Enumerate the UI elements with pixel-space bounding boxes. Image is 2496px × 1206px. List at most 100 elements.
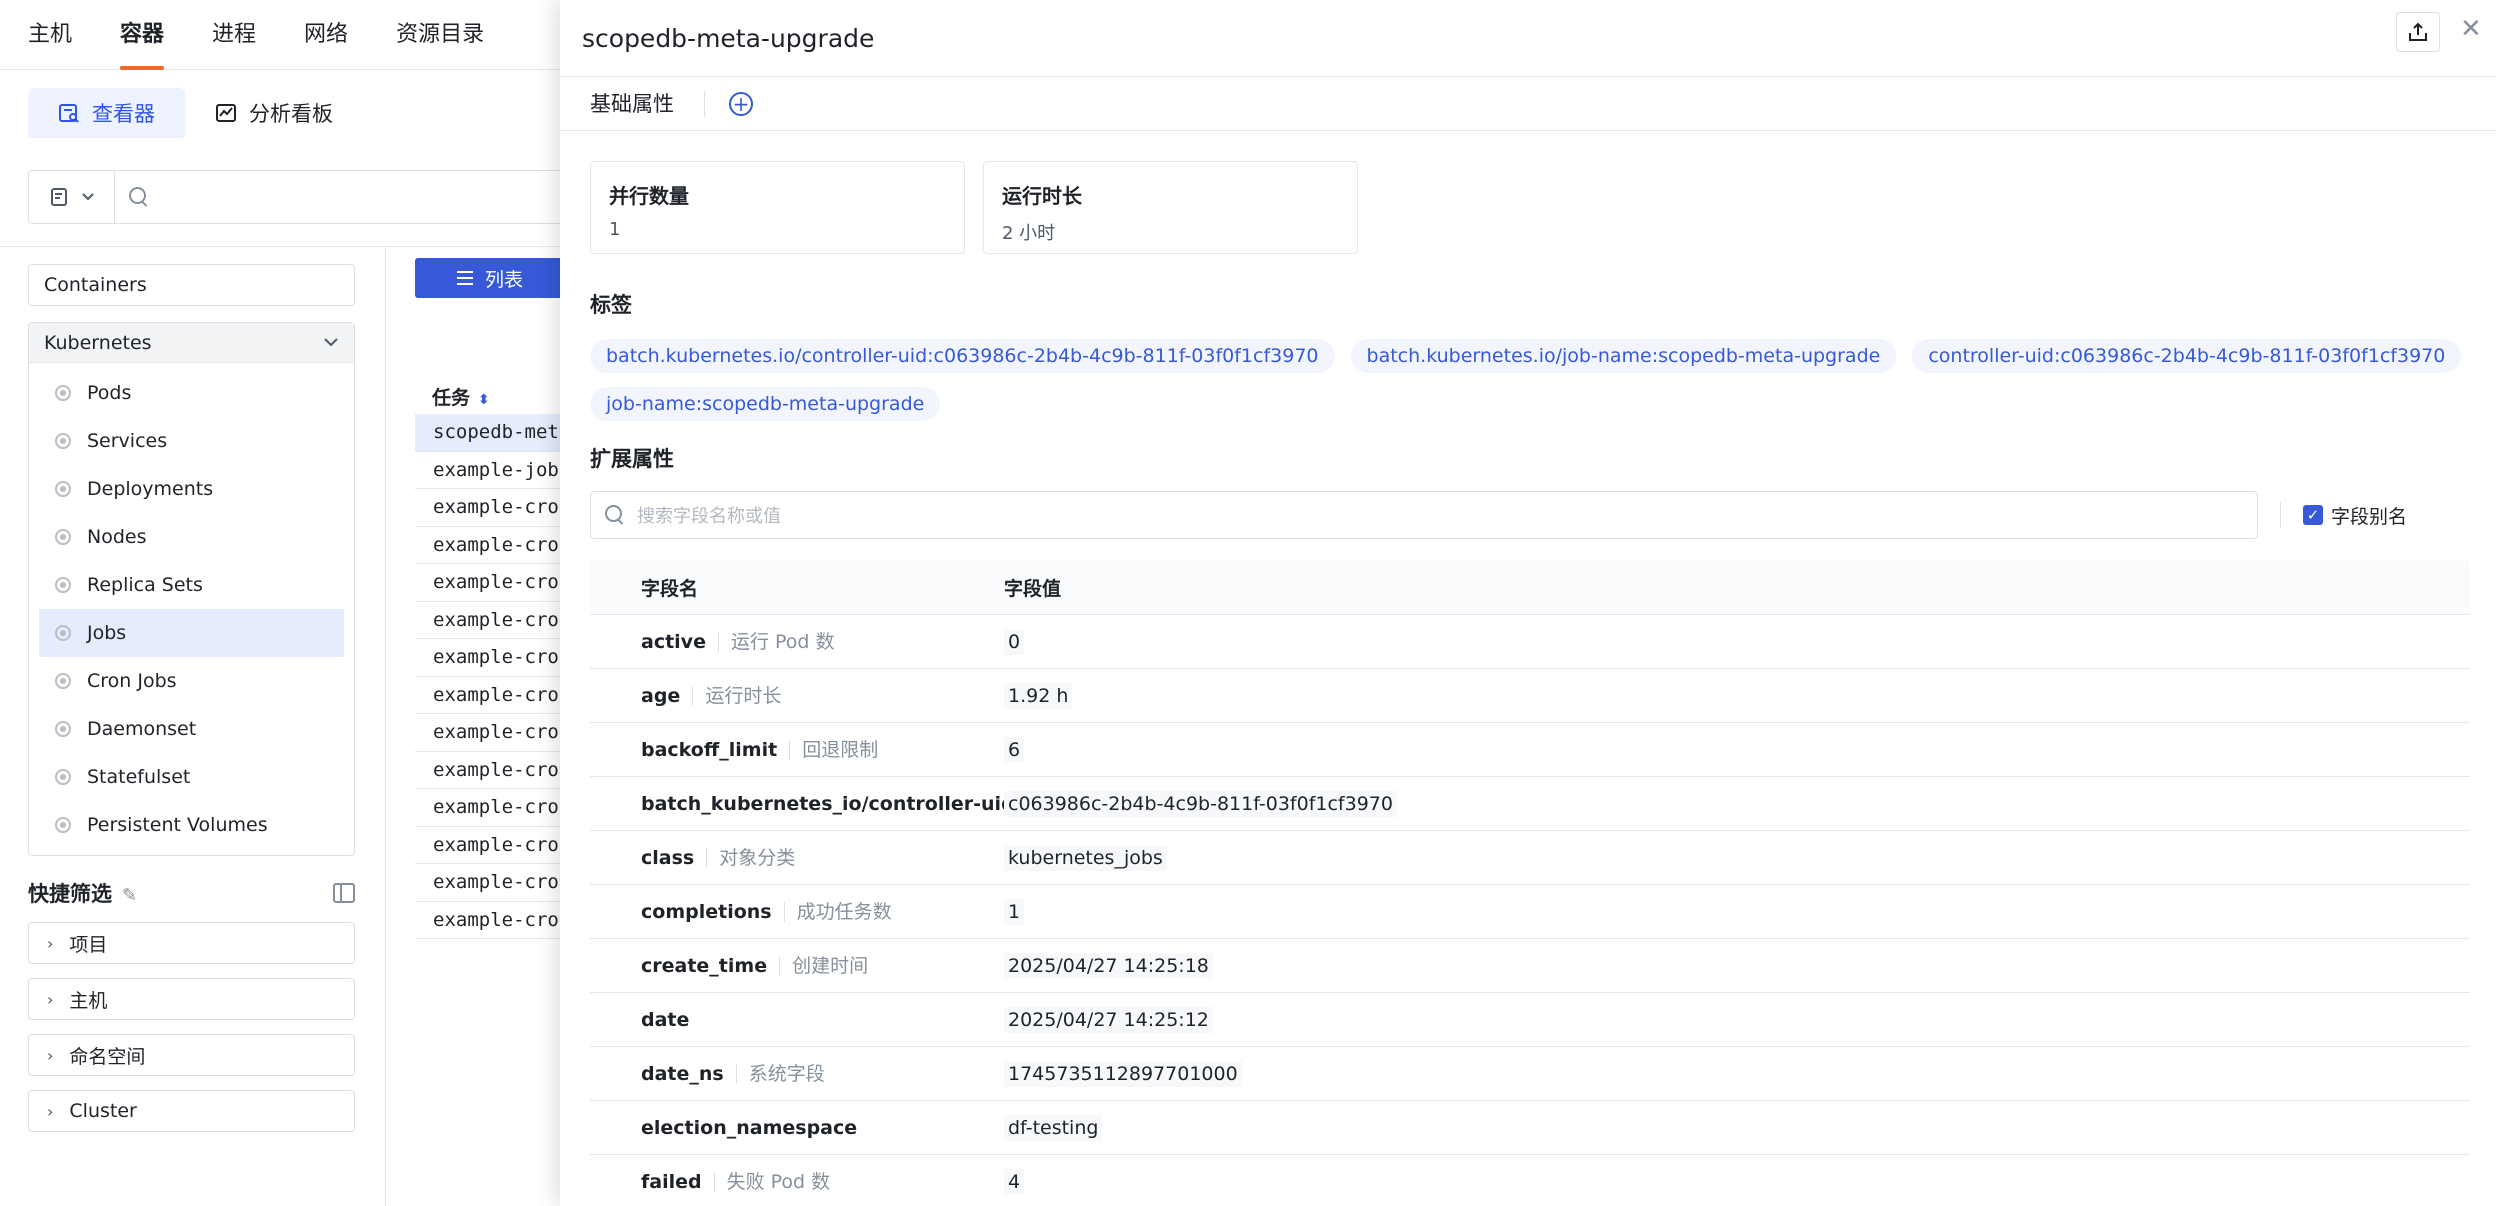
nav-process[interactable]: 进程 <box>212 0 256 70</box>
sidebar-item-cron-jobs[interactable]: Cron Jobs <box>39 657 344 705</box>
field-value: 2025/04/27 14:25:18 <box>1004 952 1213 979</box>
export-button[interactable] <box>2396 12 2440 52</box>
close-icon[interactable]: ✕ <box>2460 14 2482 44</box>
facet-cluster[interactable]: › Cluster <box>28 1090 355 1132</box>
field-name-cell: failed 失败 Pod 数 <box>590 1171 1004 1193</box>
field-name-cell: batch_kubernetes_io/controller-uid <box>590 793 1015 815</box>
divider <box>385 246 386 1206</box>
column-header-task[interactable]: 任务 ⬍ <box>432 383 490 410</box>
table-row[interactable]: create_time 创建时间 2025/04/27 14:25:18 <box>590 939 2470 993</box>
sidebar-item-label: Nodes <box>87 526 147 548</box>
field-name: date_ns <box>641 1062 724 1085</box>
table-row[interactable]: example-cron <box>415 564 560 602</box>
table-row[interactable]: example-cron <box>415 864 560 902</box>
collapse-panel-icon[interactable] <box>333 883 355 903</box>
containers-item[interactable]: Containers <box>28 264 355 306</box>
resource-icon <box>55 433 71 449</box>
field-name: failed <box>641 1170 702 1193</box>
table-row[interactable]: example-cron <box>415 827 560 864</box>
nav-network[interactable]: 网络 <box>304 0 348 70</box>
field-alias: 失败 Pod 数 <box>713 1171 830 1192</box>
facet-project[interactable]: › 项目 <box>28 922 355 964</box>
field-name-cell: class 对象分类 <box>590 847 1004 869</box>
table-row[interactable]: date_ns 系统字段 1745735112897701000 <box>590 1047 2470 1101</box>
table-row[interactable]: example-cron <box>415 789 560 827</box>
field-value: df-testing <box>1004 1114 1103 1141</box>
chevron-down-icon <box>81 193 94 201</box>
field-name-cell: backoff_limit 回退限制 <box>590 739 1004 761</box>
detail-drawer: scopedb-meta-upgrade ✕ 基础属性 + 并行数量 1 运行时… <box>560 0 2496 1206</box>
field-name-cell: completions 成功任务数 <box>590 901 1004 923</box>
sidebar-item-services[interactable]: Services <box>39 417 344 465</box>
export-icon <box>2409 22 2427 41</box>
field-name: create_time <box>641 954 768 977</box>
table-row[interactable]: backoff_limit 回退限制 6 <box>590 723 2470 777</box>
tag-chip[interactable]: job-name:scopedb-meta-upgrade <box>590 387 941 421</box>
divider <box>2280 502 2281 528</box>
field-value: kubernetes_jobs <box>1004 844 1167 871</box>
table-row[interactable]: example-cron <box>415 902 560 939</box>
table-row[interactable]: example-job <box>415 452 560 489</box>
sidebar-item-pods[interactable]: Pods <box>39 369 344 417</box>
resource-icon <box>55 385 71 401</box>
sidebar-item-statefulset[interactable]: Statefulset <box>39 753 344 801</box>
table-row[interactable]: scopedb-meta-upgrade <box>415 414 560 452</box>
tag-chip[interactable]: batch.kubernetes.io/controller-uid:c0639… <box>590 339 1335 373</box>
sidebar-item-jobs[interactable]: Jobs <box>39 609 344 657</box>
sidebar-item-daemonset[interactable]: Daemonset <box>39 705 344 753</box>
resource-icon <box>55 577 71 593</box>
nav-host[interactable]: 主机 <box>28 0 72 70</box>
table-row[interactable]: batch_kubernetes_io/controller-uid c06398… <box>590 777 2470 831</box>
table-row[interactable]: example-cron <box>415 527 560 564</box>
facet-host[interactable]: › 主机 <box>28 978 355 1020</box>
table-row[interactable]: class 对象分类 kubernetes_jobs <box>590 831 2470 885</box>
table-row[interactable]: example-cron <box>415 752 560 789</box>
sidebar-item-nodes[interactable]: Nodes <box>39 513 344 561</box>
sidebar-item-deployments[interactable]: Deployments <box>39 465 344 513</box>
table-row[interactable]: active 运行 Pod 数 0 <box>590 615 2470 669</box>
table-row[interactable]: example-cron <box>415 602 560 639</box>
query-mode-select[interactable] <box>29 171 115 223</box>
table-row[interactable]: election_namespace df-testing <box>590 1101 2470 1155</box>
field-search-input[interactable]: 搜索字段名称或值 <box>590 491 2258 539</box>
card-label: 运行时长 <box>1002 184 1082 208</box>
sidebar-item-replica-sets[interactable]: Replica Sets <box>39 561 344 609</box>
field-alias: 成功任务数 <box>783 901 892 922</box>
add-tab-icon[interactable]: + <box>729 91 753 116</box>
tag-chip[interactable]: batch.kubernetes.io/job-name:scopedb-met… <box>1350 339 1897 373</box>
table-row[interactable]: date 2025/04/27 14:25:12 <box>590 993 2470 1047</box>
table-row[interactable]: example-cron <box>415 489 560 527</box>
sidebar-item-persistent-volumes[interactable]: Persistent Volumes <box>39 801 344 849</box>
tag-chip[interactable]: controller-uid:c063986c-2b4b-4c9b-811f-0… <box>1912 339 2462 373</box>
table-row[interactable]: completions 成功任务数 1 <box>590 885 2470 939</box>
quick-filter-title: 快捷筛选 <box>28 882 112 906</box>
card-label: 并行数量 <box>609 184 689 208</box>
table-row[interactable]: age 运行时长 1.92 h <box>590 669 2470 723</box>
field-value-cell: 2025/04/27 14:25:18 <box>1004 952 1213 979</box>
table-row[interactable]: example-cron <box>415 677 560 714</box>
edit-icon[interactable]: ✎ <box>122 885 137 906</box>
field-name: active <box>641 630 706 653</box>
table-row[interactable]: example-cron <box>415 639 560 677</box>
tab-dashboard[interactable]: 分析看板 <box>185 88 363 138</box>
list-view-button[interactable]: 列表 <box>415 258 565 298</box>
nav-container[interactable]: 容器 <box>120 0 165 70</box>
explorer-search-bar[interactable] <box>28 170 588 224</box>
nav-resource-catalog[interactable]: 资源目录 <box>396 0 484 70</box>
field-name: batch_kubernetes_io/controller-uid <box>641 792 1015 815</box>
tab-viewer[interactable]: 查看器 <box>28 88 185 138</box>
kubernetes-group-header[interactable]: Kubernetes <box>29 323 354 363</box>
resource-icon <box>55 625 71 641</box>
field-value-cell: 2025/04/27 14:25:12 <box>1004 1006 1213 1033</box>
facet-namespace[interactable]: › 命名空间 <box>28 1034 355 1076</box>
field-name: age <box>641 684 681 707</box>
tab-basic-attributes[interactable]: 基础属性 <box>590 90 705 117</box>
sort-icon[interactable]: ⬍ <box>478 392 490 408</box>
field-alias-checkbox[interactable]: ✓ <box>2303 505 2323 525</box>
table-row[interactable]: example-cron <box>415 714 560 752</box>
chevron-right-icon: › <box>47 1101 54 1121</box>
field-value: 1 <box>1004 898 1025 925</box>
table-row[interactable]: failed 失败 Pod 数 4 <box>590 1155 2470 1206</box>
field-alias-label: 字段别名 <box>2331 505 2408 528</box>
resource-icon <box>55 721 71 737</box>
